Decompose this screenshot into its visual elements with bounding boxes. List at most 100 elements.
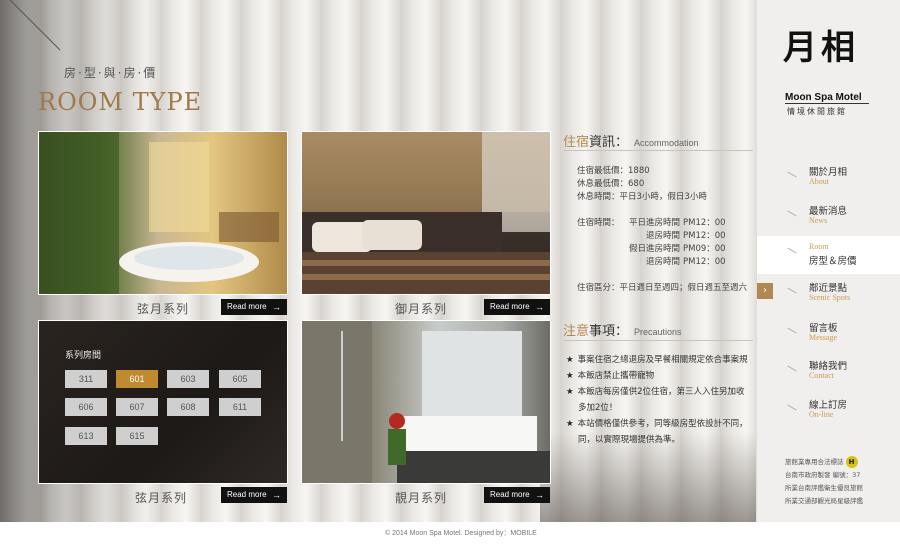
notice-text: 本飯店禁止攜帶寵物 (577, 371, 655, 381)
page-subtitle: 房·型·與·房·價 (64, 66, 158, 80)
footer-copyright: © 2014 Moon Spa Motel. Designed by：MOBIL… (385, 530, 537, 537)
room-photo-bedroom (302, 132, 550, 294)
nav-item-message[interactable]: 留言板 Message (757, 316, 900, 354)
license-line: 所業台南評鑑衛生優良旅館 (785, 484, 863, 492)
nav-slash-icon (787, 404, 797, 411)
room-number-311[interactable]: 311 (65, 370, 107, 388)
nav-slash-icon (787, 365, 797, 372)
nav-item-scenic[interactable]: 鄰近景點 Scenic Spots (757, 276, 900, 314)
notice-text: 本飯店每房僅供2位住宿，第三人入住另加收 (577, 387, 745, 397)
page-footer: © 2014 Moon Spa Motel. Designed by：MOBIL… (0, 522, 900, 546)
arrow-right-icon: → (535, 490, 544, 500)
notice-heading: 注意事項： Precautions (563, 320, 682, 339)
read-more-label: Read more (227, 302, 267, 311)
room-number-607[interactable]: 607 (116, 398, 158, 416)
accommodation-heading-accent: 住宿 (563, 135, 590, 150)
corner-decoration (9, 0, 60, 51)
room-number-611[interactable]: 611 (219, 398, 261, 416)
star-icon: ★ (566, 355, 574, 365)
nav-item-about[interactable]: 關於月相 About (757, 160, 900, 198)
nav-label-en: Scenic Spots (809, 293, 851, 302)
logo-zh: 情境休閒旅館 (787, 107, 847, 116)
room-number-panel: 系列房間 311 601 603 605 606 607 608 611 613… (38, 320, 288, 484)
nav-item-online-booking[interactable]: 線上訂房 On-line (757, 393, 900, 431)
divider (563, 340, 753, 341)
nav-item-room[interactable]: Room 房型＆房價 (757, 236, 900, 274)
notice-heading-en: Precautions (634, 327, 682, 337)
room-number-606[interactable]: 606 (65, 398, 107, 416)
nav-label-zh: 留言板 (809, 323, 838, 334)
nav-label-en: Room (809, 242, 829, 251)
read-more-button-1[interactable]: Read more → (221, 299, 287, 315)
accommodation-heading-rest: 資訊： (589, 135, 629, 150)
nav-label-zh: 最新消息 (809, 206, 848, 217)
notice-item-continued: 多加2位！ (578, 403, 618, 413)
info-time-value: PM12：00 (683, 257, 726, 267)
nav-label-zh: 關於月相 (809, 167, 848, 178)
info-time-value: PM12：00 (683, 231, 726, 241)
license-line: 所業交通部觀光局星級評鑑 (785, 497, 863, 505)
logo-glyph[interactable]: 月相 (783, 20, 859, 69)
nav-slash-icon (787, 171, 797, 178)
room-card-2[interactable] (301, 131, 551, 295)
room-card-4[interactable] (301, 320, 551, 484)
nav-label-zh: 鄰近景點 (809, 283, 848, 294)
info-time-value: PM09：00 (683, 244, 726, 254)
room-number-615[interactable]: 615 (116, 427, 158, 445)
info-rest-hours: 休息時間：平日3小時，假日3小時 (577, 192, 707, 202)
info-lowest-stay: 住宿最低價：1880 (577, 166, 650, 176)
sidebar: 月相 Moon Spa Motel 情境休閒旅館 關於月相 About 最新消息… (756, 0, 900, 522)
notice-item: ★ 本站價格僅供參考，同等級房型依設計不同， (566, 417, 756, 429)
nav-slash-icon (787, 247, 797, 254)
nav-label-zh: 聯絡我們 (809, 361, 848, 372)
info-time-key: 平日進房時間 (628, 218, 680, 228)
room-series-label: 系列房間 (65, 351, 102, 361)
read-more-button-4[interactable]: Read more → (484, 487, 550, 503)
notice-text: 本站價格僅供參考，同等級房型依設計不同， (577, 419, 748, 429)
license-line: 台南市政府製發 編號：37 (785, 471, 861, 479)
room-number-608[interactable]: 608 (167, 398, 209, 416)
license-badge-icon: H (845, 456, 858, 468)
room-photo-bathroom (302, 321, 550, 483)
star-icon: ★ (566, 387, 574, 397)
nav-item-news[interactable]: 最新消息 News (757, 199, 900, 237)
nav-label-zh: 房型＆房價 (809, 256, 857, 267)
chevron-right-icon[interactable]: › (757, 283, 773, 299)
info-time-value: PM12：00 (683, 218, 726, 228)
nav-slash-icon (787, 327, 797, 334)
read-more-button-2[interactable]: Read more → (484, 299, 550, 315)
read-more-button-3[interactable]: Read more → (221, 487, 287, 503)
page-title: ROOM TYPE (38, 88, 203, 116)
notice-heading-accent: 注意 (563, 324, 590, 339)
room-number-605[interactable]: 605 (219, 370, 261, 388)
nav-label-en: About (809, 177, 829, 186)
room-number-601[interactable]: 601 (116, 370, 158, 388)
read-more-label: Read more (227, 490, 267, 499)
info-time-key: 假日進房時間 (628, 244, 680, 254)
nav-label-zh: 線上訂房 (809, 400, 848, 411)
info-time-key: 退房時間 (645, 257, 680, 267)
star-icon: ★ (566, 371, 574, 381)
notice-heading-rest: 事項： (589, 324, 629, 339)
notice-item: ★ 事案住宿之總退房及早餐相關規定依合事案規 (566, 353, 756, 365)
nav-label-en: On-line (809, 410, 834, 419)
room-photo-bath (39, 132, 287, 294)
nav-slash-icon (787, 210, 797, 217)
notice-item: ★ 本飯店每房僅供2位住宿，第三人入住另加收 (566, 385, 756, 397)
bathroom-illustration (302, 321, 550, 483)
accommodation-heading-en: Accommodation (634, 138, 699, 148)
bed-illustration (302, 132, 550, 294)
info-period: 住宿區分：平日週日至週四；假日週五至週六 (577, 283, 748, 293)
accommodation-heading: 住宿資訊： Accommodation (563, 131, 699, 150)
bathtub-illustration (39, 132, 279, 294)
room-card-1[interactable] (38, 131, 288, 295)
notice-text: 事案住宿之總退房及早餐相關規定依合事案規 (577, 355, 748, 365)
star-icon: ★ (566, 419, 574, 429)
read-more-label: Read more (490, 302, 530, 311)
nav-label-en: Contact (809, 371, 834, 380)
info-lowest-rest: 休息最低價：680 (577, 179, 645, 189)
divider (563, 150, 753, 151)
nav-item-contact[interactable]: 聯絡我們 Contact (757, 354, 900, 392)
room-number-603[interactable]: 603 (167, 370, 209, 388)
room-number-613[interactable]: 613 (65, 427, 107, 445)
